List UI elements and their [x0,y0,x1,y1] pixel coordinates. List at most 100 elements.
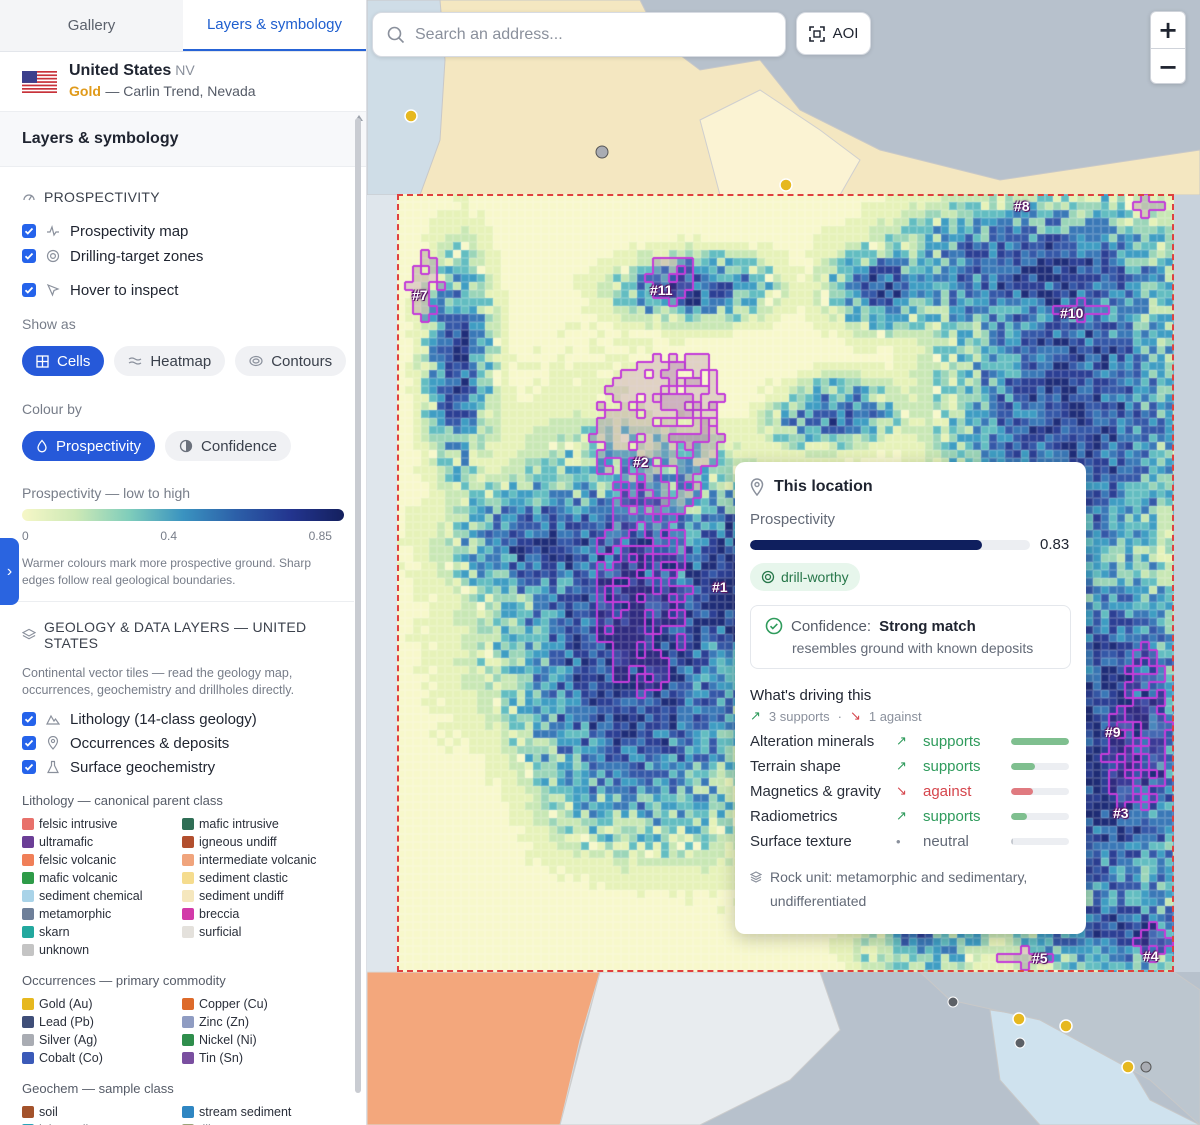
lithology-legend-item: surficial [182,924,342,939]
search-input[interactable] [415,25,755,44]
button-label: Confidence [201,437,277,455]
drilling-target-zones-toggle[interactable]: Drilling-target zones [0,244,366,268]
ramp-tick: 0.4 [160,529,177,543]
lithology-legend-item: felsic volcanic [22,852,182,867]
location-pin-icon [750,478,764,496]
legend-label: Gold (Au) [39,996,93,1011]
us-flag-icon [22,70,57,93]
zone-label-7[interactable]: #7 [412,287,428,303]
country-name: United States [69,62,172,79]
checkbox-checked[interactable] [22,224,36,238]
commodity: Gold [69,83,101,99]
zone-label-1[interactable]: #1 [712,579,728,595]
checkbox-checked[interactable] [22,736,36,750]
button-label: Heatmap [150,352,212,370]
zoom-in-button[interactable]: + [1151,12,1185,48]
zone-label-2[interactable]: #2 [633,454,649,470]
confidence-note: resembles ground with known deposits [792,640,1034,656]
waves-icon [129,356,142,365]
legend-label: Tin (Sn) [199,1050,243,1065]
legend-label: sediment chemical [39,888,143,903]
driver-status: supports [923,732,981,750]
legend-label: stream sediment [199,1104,292,1119]
geochem-legend: soilstream sedimentlake sedimenttillwate… [0,1104,366,1125]
legend-label: surficial [199,924,242,939]
zoom-out-button[interactable]: − [1151,48,1185,83]
zone-label-4[interactable]: #4 [1143,948,1159,964]
zone-label-9[interactable]: #9 [1105,724,1121,740]
contrast-icon [179,439,193,453]
driver-row: Magnetics & gravity ↘ against [750,782,1071,800]
zone-label-10[interactable]: #10 [1060,305,1083,321]
sidebar-scrollbar[interactable] [355,118,361,1093]
checkbox-checked[interactable] [22,283,36,297]
legend-swatch [22,1033,34,1046]
prospectivity-map-toggle[interactable]: Prospectivity map [0,219,366,243]
legend-label: felsic volcanic [39,852,117,867]
droplet-icon [37,439,47,453]
legend-label: breccia [199,906,240,921]
toggle-label: Drilling-target zones [70,247,204,265]
show-as-heatmap-button[interactable]: Heatmap [114,346,226,376]
ramp-scale: 0 0.4 0.85 [0,529,366,543]
toggle-label: Hover to inspect [70,281,179,299]
legend-swatch [22,835,34,848]
trend-down-icon: ↘ [849,708,861,723]
checkbox-checked[interactable] [22,249,36,263]
gold-occurrence [404,109,418,123]
lithology-legend-item: igneous undiff [182,834,342,849]
lithology-legend: felsic intrusive mafic intrusive ultramafi… [0,816,366,957]
lithology-legend-item: intermediate volcanic [182,852,342,867]
legend-swatch [22,943,34,956]
legend-swatch [22,997,34,1010]
inspector-metric-label: Prospectivity [750,511,836,528]
legend-label: Copper (Cu) [199,996,268,1011]
zone-label-3[interactable]: #3 [1113,805,1129,821]
search-icon [387,26,405,43]
zoom-control[interactable]: + − [1150,11,1186,84]
colour-by-prospectivity-button[interactable]: Prospectivity [22,431,156,461]
driver-strength-fill [1011,762,1036,770]
geology-note: Continental vector tiles — read the geol… [22,666,295,697]
legend-label: mafic volcanic [39,870,118,885]
driver-strength-bar [1011,737,1069,745]
target-icon [46,249,60,263]
aoi-button[interactable]: AOI [796,12,871,55]
colour-by-confidence-button[interactable]: Confidence [165,431,291,461]
lithology-toggle[interactable]: Lithology (14-class geology) [0,707,366,731]
legend-label: mafic intrusive [199,816,279,831]
prospectivity-heading-text: PROSPECTIVITY [44,189,160,205]
legend-swatch [22,1015,34,1028]
check-icon [24,763,34,771]
tab-gallery[interactable]: Gallery [0,0,183,51]
geochemistry-toggle[interactable]: Surface geochemistry [0,755,366,779]
checkbox-checked[interactable] [22,760,36,774]
check-icon [24,227,34,235]
legend-swatch [22,1051,34,1064]
zone-label-11[interactable]: #11 [650,282,673,298]
tab-layers-symbology[interactable]: Layers & symbology [183,0,366,51]
checkbox-checked[interactable] [22,712,36,726]
legend-swatch [182,889,194,902]
hover-inspect-toggle[interactable]: Hover to inspect [0,278,366,302]
lithology-legend-item: sediment undiff [182,888,342,903]
show-as-cells-button[interactable]: Cells [22,346,105,376]
address-search[interactable] [372,12,786,57]
occurrences-toggle[interactable]: Occurrences & deposits [0,731,366,755]
confidence-box: Confidence: Strong match resembles groun… [750,605,1071,669]
west-strip [367,195,397,972]
zone-label-5[interactable]: #5 [1032,950,1048,966]
legend-label: Zinc (Zn) [199,1014,249,1029]
mountain-icon [46,714,60,725]
driver-name: Alteration minerals [750,732,875,750]
zone-label-8[interactable]: #8 [1014,198,1030,214]
aoi-frame-icon [808,25,825,42]
drill-worthy-badge: drill-worthy [750,563,860,591]
collapse-sidebar-button[interactable]: › [0,538,19,605]
occurrences-legend-item: Silver (Ag) [22,1032,182,1047]
driver-status: supports [923,807,981,825]
lithology-legend-item: metamorphic [22,906,182,921]
drivers-summary: ↗ 3 supports · ↘ 1 against [750,708,1071,724]
driver-name: Magnetics & gravity [750,782,881,800]
show-as-contours-button[interactable]: Contours [235,346,347,376]
